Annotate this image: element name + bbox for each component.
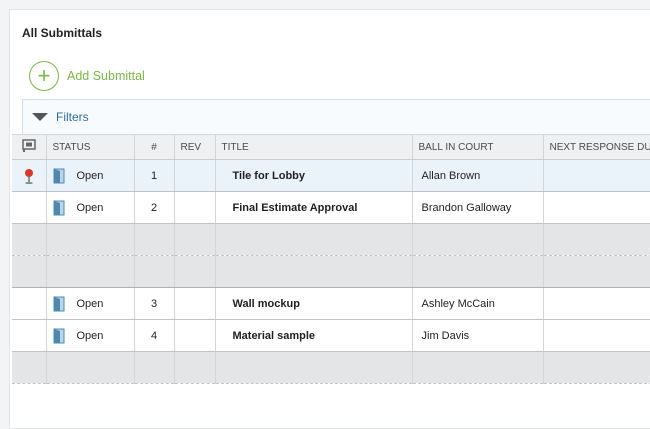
rev-cell [174, 191, 216, 224]
filters-label: Filters [56, 110, 89, 124]
next-response-cell [543, 159, 650, 192]
open-door-icon [53, 328, 64, 343]
ball-in-court-cell: Brandon Galloway [412, 191, 544, 224]
ball-in-court-cell: Jim Davis [412, 319, 544, 352]
ball-in-court-cell: Allan Brown [412, 159, 544, 192]
submittals-table: STATUS # REV TITLE BALL IN COURT NEXT RE… [12, 134, 650, 384]
status-text: Open [76, 201, 104, 214]
number-cell: 3 [134, 287, 175, 320]
rev-cell [174, 159, 216, 192]
number-cell: 4 [134, 319, 175, 352]
table-row[interactable]: Open 2 Final Estimate Approval Brandon G… [12, 191, 650, 224]
ball-in-court-cell: Ashley McCain [412, 287, 544, 320]
filters-bar[interactable]: Filters [22, 99, 650, 135]
table-row[interactable]: Open 3 Wall mockup Ashley McCain [12, 287, 650, 320]
add-submittal-button[interactable]: + Add Submittal [29, 61, 145, 91]
status-text: Open [76, 329, 104, 342]
number-cell: 2 [134, 191, 175, 224]
triangle-down-icon [32, 113, 48, 121]
status-text: Open [76, 297, 104, 310]
status-cell: Open [46, 287, 135, 320]
column-header-icon[interactable] [12, 134, 47, 160]
pin-cell [12, 191, 47, 224]
open-door-icon [53, 168, 64, 183]
next-response-cell [543, 191, 650, 224]
open-door-icon [53, 296, 64, 311]
column-header-title[interactable]: TITLE [215, 134, 413, 160]
add-submittal-label: Add Submittal [67, 69, 145, 83]
title-link[interactable]: Tile for Lobby [215, 159, 413, 192]
rev-cell [174, 319, 216, 352]
table-header: STATUS # REV TITLE BALL IN COURT NEXT RE… [12, 134, 650, 160]
pin-cell [12, 319, 47, 352]
table-row[interactable]: Open 4 Material sample Jim Davis [12, 319, 650, 352]
table-row[interactable]: Open 1 Tile for Lobby Allan Brown [12, 159, 650, 192]
title-link[interactable]: Material sample [215, 319, 413, 352]
title-link[interactable]: Wall mockup [215, 287, 413, 320]
column-header-status[interactable]: STATUS [46, 134, 135, 160]
plus-circle-icon: + [29, 61, 59, 91]
pin-cell [12, 159, 47, 192]
empty-row [12, 223, 650, 256]
map-pin-icon [24, 168, 33, 184]
next-response-cell [543, 287, 650, 320]
column-header-ball-in-court[interactable]: BALL IN COURT [412, 134, 544, 160]
next-response-cell [543, 319, 650, 352]
column-header-rev[interactable]: REV [174, 134, 216, 160]
column-header-next-response[interactable]: NEXT RESPONSE DUE [543, 134, 650, 160]
number-cell: 1 [134, 159, 175, 192]
page-title: All Submittals [22, 26, 103, 40]
empty-row [12, 255, 650, 288]
flag-icon [22, 139, 36, 152]
column-header-number[interactable]: # [134, 134, 175, 160]
empty-row [12, 351, 650, 384]
pin-cell [12, 287, 47, 320]
title-link[interactable]: Final Estimate Approval [215, 191, 413, 224]
status-text: Open [76, 169, 104, 182]
open-door-icon [53, 200, 64, 215]
status-cell: Open [46, 159, 135, 192]
status-cell: Open [46, 319, 135, 352]
status-cell: Open [46, 191, 135, 224]
rev-cell [174, 287, 216, 320]
